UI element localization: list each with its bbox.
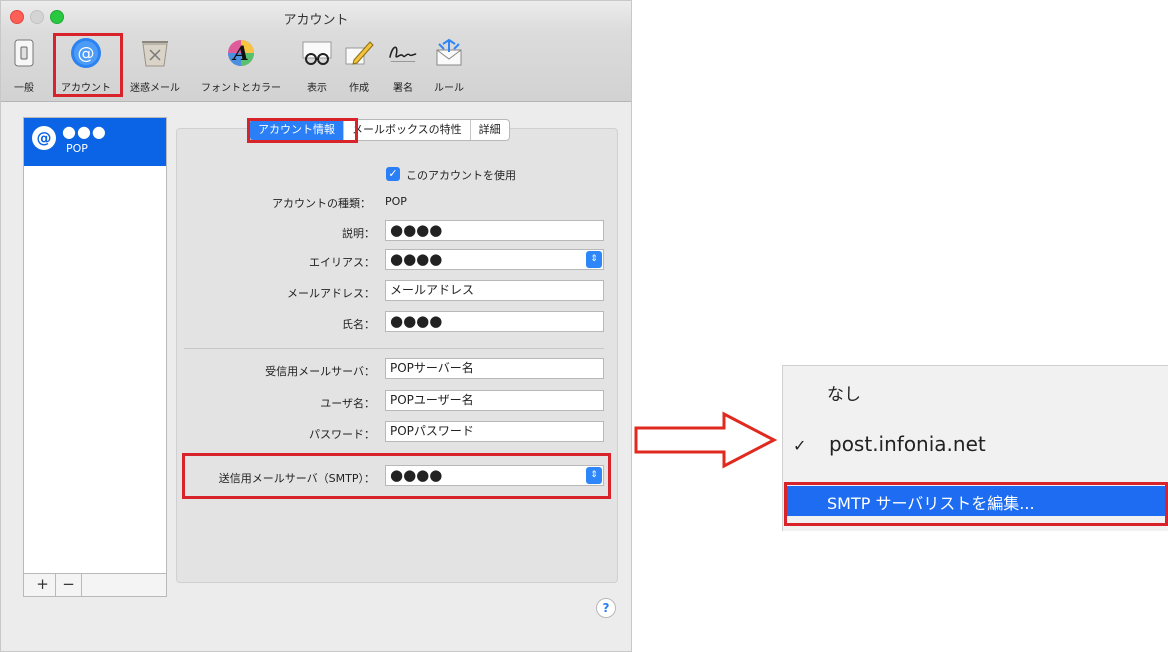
username-field[interactable]: POPユーザー名	[385, 390, 604, 411]
toolbar-rules-label: ルール	[434, 83, 464, 94]
toolbar-composing-label: 作成	[349, 83, 369, 94]
remove-account-button[interactable]: −	[56, 574, 82, 596]
use-account-label: このアカウントを使用	[406, 169, 516, 182]
description-label: 説明：	[342, 227, 375, 240]
account-type-label: アカウントの種類：	[272, 197, 371, 210]
toolbar-viewing[interactable]: 表示	[297, 31, 337, 99]
email-field[interactable]: メールアドレス	[385, 280, 604, 301]
accounts-highlight-box	[53, 33, 123, 97]
title-bar: アカウント	[1, 1, 631, 31]
incoming-server-field[interactable]: POPサーバー名	[385, 358, 604, 379]
menu-item-none[interactable]: なし	[827, 380, 1168, 405]
toolbar-rules[interactable]: ルール	[427, 31, 471, 99]
toolbar-composing[interactable]: 作成	[339, 31, 379, 99]
arrow-right-icon	[632, 410, 780, 474]
smtp-highlight-box	[182, 453, 611, 499]
alias-label: エイリアス：	[309, 256, 375, 269]
description-field[interactable]: ●●●●	[385, 220, 604, 241]
username-label: ユーザ名：	[320, 397, 375, 410]
toolbar-junk[interactable]: 迷惑メール	[125, 31, 185, 99]
account-name: ●●●	[62, 122, 107, 141]
account-type: POP	[66, 142, 88, 155]
full-name-label: 氏名：	[342, 318, 375, 331]
section-divider	[184, 348, 604, 349]
signature-icon	[387, 37, 419, 69]
add-account-button[interactable]: +	[30, 574, 56, 596]
trash-icon	[139, 37, 171, 69]
popup-arrows-icon: ⇕	[586, 251, 602, 268]
account-list[interactable]: @ ●●● POP + −	[23, 117, 167, 597]
window-title: アカウント	[283, 13, 349, 28]
preferences-window: アカウント 一般 @ アカウント 迷惑メール A フォントとカラー 表示 作成 …	[0, 0, 632, 652]
password-field[interactable]: POPパスワード	[385, 421, 604, 442]
toolbar-signatures[interactable]: 署名	[383, 31, 423, 99]
account-info-tab-highlight-box	[247, 118, 358, 143]
menu-item-post-infonia[interactable]: post.infonia.net	[829, 432, 1168, 456]
svg-text:A: A	[231, 41, 249, 65]
toolbar-signatures-label: 署名	[393, 83, 413, 94]
help-button[interactable]: ?	[596, 598, 616, 618]
account-list-item[interactable]: @ ●●● POP	[24, 118, 166, 166]
account-list-controls: + −	[24, 573, 166, 596]
pencil-icon	[343, 37, 375, 69]
email-label: メールアドレス：	[287, 287, 375, 300]
toolbar-general-label: 一般	[14, 83, 34, 94]
edit-smtp-highlight-box	[784, 482, 1168, 526]
alias-popup[interactable]: ●●●● ⇕	[385, 249, 604, 270]
rules-envelope-icon	[433, 37, 465, 69]
tab-mailbox-behaviors[interactable]: メールボックスの特性	[344, 120, 471, 140]
toolbar-fonts-colors-label: フォントとカラー	[201, 83, 281, 94]
toolbar-fonts-colors[interactable]: A フォントとカラー	[193, 31, 289, 99]
toolbar-general[interactable]: 一般	[7, 31, 41, 99]
account-type-value: POP	[385, 195, 407, 208]
font-color-icon: A	[225, 37, 257, 69]
at-icon: @	[32, 126, 56, 150]
checkmark-icon: ✓	[793, 436, 807, 455]
incoming-server-label: 受信用メールサーバ：	[265, 365, 375, 378]
password-label: パスワード：	[309, 428, 375, 441]
glasses-icon	[301, 37, 333, 69]
tab-advanced[interactable]: 詳細	[471, 120, 509, 140]
full-name-field[interactable]: ●●●●	[385, 311, 604, 332]
toolbar-viewing-label: 表示	[307, 83, 327, 94]
toolbar-junk-label: 迷惑メール	[130, 83, 180, 94]
switch-icon	[8, 37, 40, 69]
use-account-checkbox[interactable]: ✓	[386, 167, 400, 181]
